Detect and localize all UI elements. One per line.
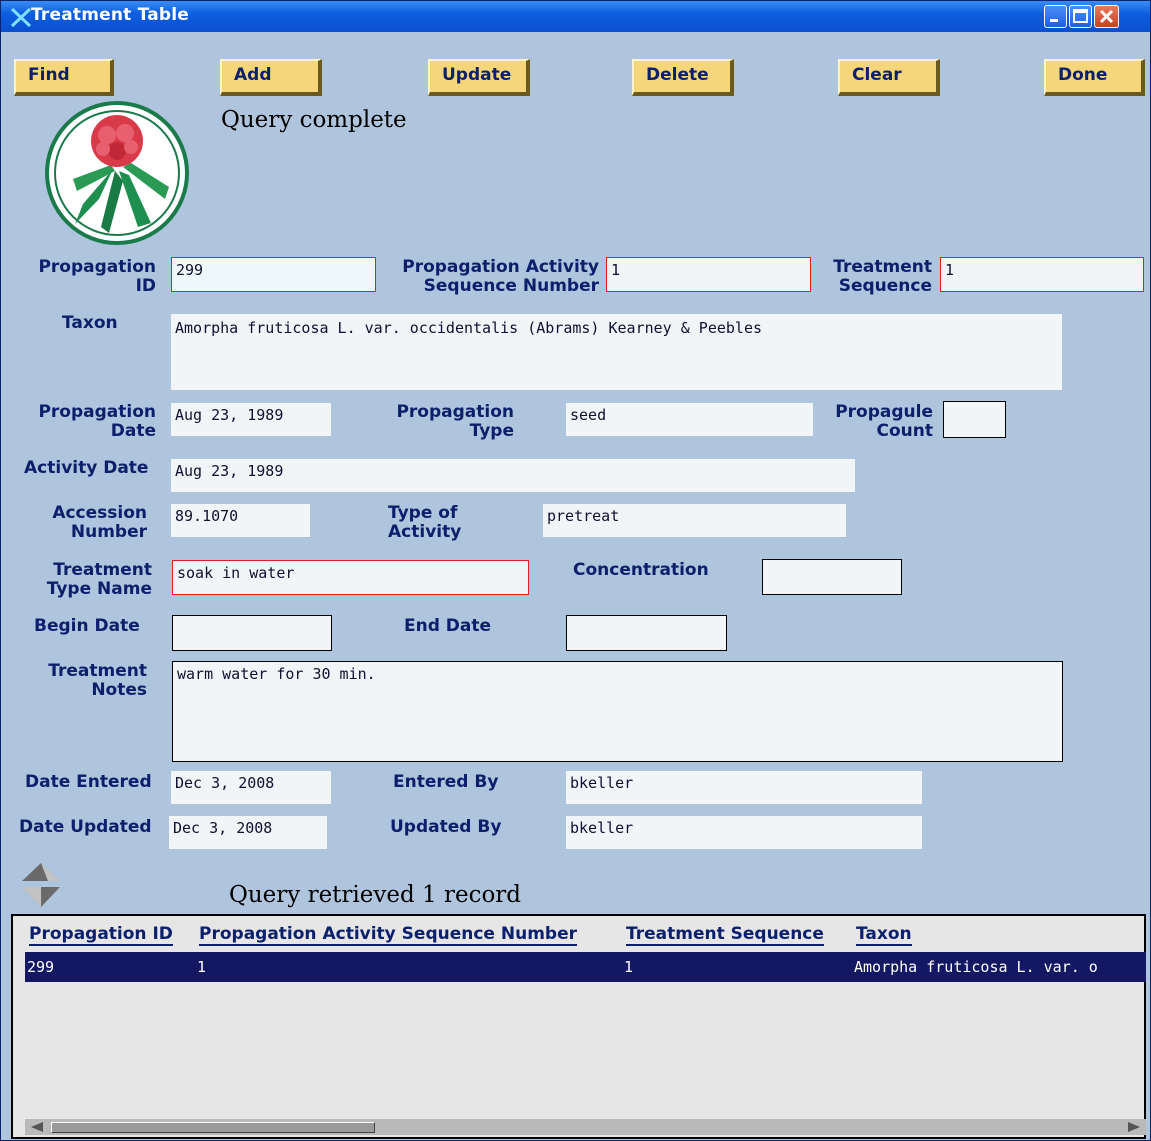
- window-title: Treatment Table: [31, 5, 190, 25]
- treatment-sequence-label: Treatment Sequence: [833, 257, 932, 296]
- treatment-type-name-label: Treatment Type Name: [46, 560, 152, 599]
- column-header-treatment-sequence[interactable]: Treatment Sequence: [626, 924, 824, 946]
- row-taxon: Amorpha fruticosa L. var. o: [854, 958, 1098, 976]
- row-propagation-id: 299: [27, 958, 55, 976]
- delete-button[interactable]: Delete: [632, 59, 734, 96]
- treatment-notes-label: Treatment Notes: [48, 661, 147, 700]
- add-button[interactable]: Add: [220, 59, 322, 96]
- propagation-id-field[interactable]: 299: [171, 257, 376, 292]
- propagule-count-field[interactable]: [943, 401, 1006, 438]
- update-button[interactable]: Update: [428, 59, 530, 96]
- propagation-date-label: Propagation Date: [38, 402, 156, 441]
- treatment-notes-field[interactable]: warm water for 30 min.: [172, 661, 1063, 762]
- minimize-icon: [1050, 19, 1058, 22]
- treatment-sequence-field[interactable]: 1: [940, 257, 1144, 292]
- column-header-taxon[interactable]: Taxon: [856, 924, 912, 946]
- column-header-propagation-id[interactable]: Propagation ID: [29, 924, 173, 946]
- date-updated-label: Date Updated: [19, 817, 152, 837]
- title-bar[interactable]: Treatment Table: [1, 1, 1150, 32]
- results-list[interactable]: Propagation ID Propagation Activity Sequ…: [11, 914, 1146, 1139]
- treatment-type-name-field[interactable]: soak in water: [172, 560, 529, 595]
- updated-by-field[interactable]: bkeller: [566, 816, 922, 849]
- row-activity-sequence: 1: [197, 958, 207, 976]
- minimize-button[interactable]: [1044, 5, 1067, 28]
- propagation-type-field[interactable]: seed: [566, 403, 813, 436]
- scroll-right-icon[interactable]: [1126, 1121, 1142, 1133]
- entered-by-field[interactable]: bkeller: [566, 771, 922, 804]
- flower-emblem-icon: [45, 101, 189, 245]
- taxon-label: Taxon: [62, 313, 118, 333]
- column-header-activity-sequence[interactable]: Propagation Activity Sequence Number: [199, 924, 578, 946]
- date-entered-label: Date Entered: [25, 772, 152, 792]
- date-updated-field[interactable]: Dec 3, 2008: [169, 816, 327, 849]
- row-treatment-sequence: 1: [624, 958, 634, 976]
- taxon-field[interactable]: Amorpha fruticosa L. var. occidentalis (…: [171, 314, 1062, 390]
- record-status: Query retrieved 1 record: [229, 882, 522, 908]
- clear-button[interactable]: Clear: [838, 59, 940, 96]
- activity-date-label: Activity Date: [24, 458, 149, 478]
- propagation-id-label: Propagation ID: [38, 257, 156, 296]
- propagation-date-field[interactable]: Aug 23, 1989: [171, 403, 331, 436]
- type-of-activity-field[interactable]: pretreat: [543, 504, 846, 537]
- begin-date-field[interactable]: [172, 615, 332, 651]
- scrollbar-thumb[interactable]: [51, 1122, 375, 1133]
- treatment-table-window: Treatment Table Find Add Update Delete C…: [0, 0, 1151, 1141]
- accession-number-field[interactable]: 89.1070: [171, 504, 310, 537]
- end-date-field[interactable]: [566, 615, 727, 651]
- end-date-label: End Date: [404, 616, 492, 636]
- activity-sequence-field[interactable]: 1: [606, 257, 811, 292]
- concentration-label: Concentration: [573, 560, 709, 580]
- entered-by-label: Entered By: [393, 772, 499, 792]
- close-icon: [1099, 9, 1114, 24]
- accession-number-label: Accession Number: [52, 503, 147, 542]
- find-button[interactable]: Find: [14, 59, 114, 96]
- scroll-left-icon[interactable]: [29, 1121, 45, 1133]
- date-entered-field[interactable]: Dec 3, 2008: [171, 771, 331, 804]
- x-icon: [10, 7, 32, 28]
- table-row[interactable]: 299 1 1 Amorpha fruticosa L. var. o: [25, 952, 1146, 982]
- begin-date-label: Begin Date: [34, 616, 140, 636]
- activity-sequence-label: Propagation Activity Sequence Number: [402, 257, 599, 296]
- up-down-arrows-icon[interactable]: [18, 859, 64, 911]
- maximize-icon: [1073, 9, 1088, 23]
- maximize-button[interactable]: [1069, 5, 1092, 28]
- propagation-type-label: Propagation Type: [396, 402, 514, 441]
- done-button[interactable]: Done: [1044, 59, 1145, 96]
- updated-by-label: Updated By: [390, 817, 502, 837]
- concentration-field[interactable]: [762, 559, 902, 595]
- close-button[interactable]: [1094, 5, 1119, 28]
- horizontal-scrollbar[interactable]: [25, 1119, 1146, 1135]
- propagule-count-label: Propagule Count: [835, 402, 933, 441]
- status-message: Query complete: [221, 107, 407, 133]
- activity-date-field[interactable]: Aug 23, 1989: [171, 459, 855, 492]
- type-of-activity-label: Type of Activity: [388, 503, 462, 542]
